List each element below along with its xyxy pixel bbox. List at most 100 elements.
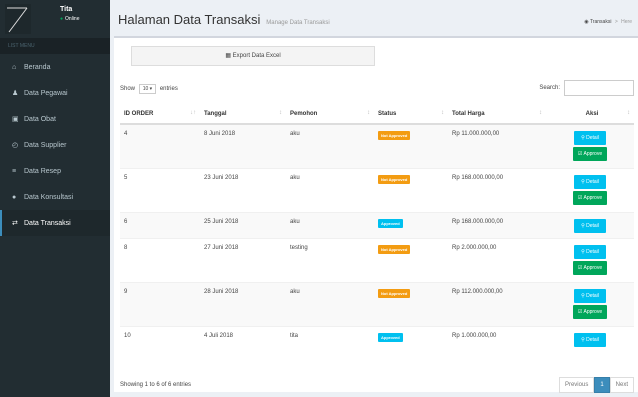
status-badge: Approved [378,218,403,228]
detail-button[interactable]: ⚲ Detail [574,244,606,259]
status-badge: Not Approved [378,174,411,184]
breadcrumb: ◉ Transaksi > Here [584,19,632,25]
cell-aksi: ⚲ Detail [546,211,634,238]
sidebar-item-label: Data Supplier [24,141,67,149]
cell-aksi: ⚲ Detail ☑ Approve [546,123,634,168]
cell-tanggal: 8 Juni 2018 [200,123,286,168]
sidebar: Tita ● Online LIST MENU ⌂ Beranda ♟ Data Peg… [0,0,110,397]
previous-button[interactable]: Previous [558,377,595,393]
sidebar-item-label: Data Resep [24,167,61,175]
approve-label: Approve [583,151,603,157]
cell-aksi: ⚲ Detail [546,325,634,352]
approve-button[interactable]: ☑ Approve [573,304,607,319]
cell-id: 9 [120,281,200,326]
approve-label: Approve [583,308,603,315]
col-tanggal[interactable]: Tanggal ↕ [200,104,286,125]
approve-label: Approve [583,264,603,271]
col-aksi[interactable]: Aksi ↕ [546,104,634,125]
sidebar-item-data-konsultasi[interactable]: ● Data Konsultasi [0,184,110,210]
col-total-harga[interactable]: Total Harga ↕ [448,104,546,125]
sidebar-item-data-transaksi[interactable]: ⇄ Data Transaksi [0,210,110,236]
entries-length: Show 10 ▾ entries [120,84,178,94]
detail-label: Detail [586,336,599,343]
cell-status: Approved [374,325,448,352]
page-button-1[interactable]: 1 [594,377,610,393]
user-panel: Tita ● Online [0,0,110,38]
status-badge: Approved [378,332,403,342]
page-title: Halaman Data Transaksi [118,12,261,27]
detail-button[interactable]: ⚲ Detail [574,218,606,233]
col-id-order[interactable]: ID ORDER ↓↑ [120,104,200,125]
sidebar-item-data-obat[interactable]: ▣ Data Obat [0,106,110,132]
cell-pemohon: aku [286,167,374,212]
approve-button[interactable]: ☑ Approve [573,147,607,161]
export-label: Export Data Excel [232,53,281,59]
sidebar-item-data-pegawai[interactable]: ♟ Data Pegawai [0,80,110,106]
cell-aksi: ⚲ Detail ☑ Approve [546,237,634,282]
sidebar-item-beranda[interactable]: ⌂ Beranda [0,54,110,80]
user-status-text: Online [65,16,80,22]
cell-tanggal: 28 Juni 2018 [200,281,286,326]
cell-pemohon: aku [286,211,374,238]
cell-total-harga: Rp 11.000.000,00 [448,123,546,168]
status-badge: Not Approved [378,244,411,254]
approve-button[interactable]: ☑ Approve [573,190,607,205]
cell-total-harga: Rp 112.000.000,00 [448,281,546,326]
sort-icon: ↕ [279,110,282,116]
breadcrumb-section[interactable]: Transaksi [590,19,612,25]
length-entries-label: entries [159,86,178,92]
detail-button[interactable]: ⚲ Detail [574,332,606,347]
list-icon: ≡ [12,167,17,175]
table-info: Showing 1 to 6 of 6 entries [120,382,192,388]
avatar-image [7,7,28,33]
cell-id: 5 [120,167,200,212]
entries-value: 10 [142,86,149,92]
export-excel-button[interactable]: ▦ Export Data Excel [131,46,375,66]
cell-total-harga: Rp 168.000.000,00 [448,211,546,238]
transaction-table: ID ORDER ↓↑ Tanggal ↕ Pemohon ↕ Status ↕ Tot… [120,104,634,352]
detail-button[interactable]: ⚲ Detail [574,131,606,145]
cell-status: Not Approved [374,167,448,212]
pagination: Previous 1 Next [558,377,634,393]
search-icon: ⚲ [581,336,585,343]
status-badge: Not Approved [378,131,411,140]
sidebar-item-data-resep[interactable]: ≡ Data Resep [0,158,110,184]
exchange-icon: ⇄ [12,220,18,227]
home-icon: ⌂ [12,63,17,71]
menu-header: LIST MENU [0,38,110,54]
user-status: ● Online [60,16,79,22]
sidebar-item-label: Beranda [24,63,51,71]
search-icon: ⚲ [581,135,585,141]
approve-button[interactable]: ☑ Approve [573,260,607,275]
detail-button[interactable]: ⚲ Detail [574,288,606,303]
col-status[interactable]: Status ↕ [374,104,448,125]
search-input[interactable] [564,80,634,96]
data-box: ▦ Export Data Excel Show 10 ▾ entries Se… [114,36,638,393]
sort-asc-icon: ↓↑ [190,110,196,116]
page-subtitle: Manage Data Transaksi [266,20,330,26]
cell-tanggal: 23 Juni 2018 [200,167,286,212]
content: Halaman Data Transaksi Manage Data Trans… [110,0,638,397]
search-icon: ⚲ [581,248,585,255]
search-icon: ⚲ [581,292,585,299]
cell-aksi: ⚲ Detail ☑ Approve [546,167,634,212]
clock-icon: ◴ [12,142,19,149]
cell-status: Not Approved [374,281,448,326]
detail-label: Detail [586,178,599,185]
detail-label: Detail [586,135,599,141]
avatar [5,4,31,34]
entries-select[interactable]: 10 ▾ [138,84,157,94]
sidebar-item-label: Data Obat [24,115,56,123]
detail-button[interactable]: ⚲ Detail [574,174,606,189]
dashboard-icon: ◉ [584,19,589,25]
check-icon: ☑ [577,264,583,271]
sidebar-item-label: Data Pegawai [24,89,68,97]
col-pemohon[interactable]: Pemohon ↕ [286,104,374,125]
next-button[interactable]: Next [609,377,634,393]
medkit-icon: ▣ [12,116,19,123]
table-row: 8 27 Juni 2018 testing Not Approved Rp 2.000… [120,237,634,282]
length-show-label: Show [120,86,136,92]
table-row: 48 Juni 2018 aku Not Approved Rp 11.000.000… [120,123,634,168]
sidebar-item-data-supplier[interactable]: ◴ Data Supplier [0,132,110,158]
cell-id: 4 [120,123,200,168]
